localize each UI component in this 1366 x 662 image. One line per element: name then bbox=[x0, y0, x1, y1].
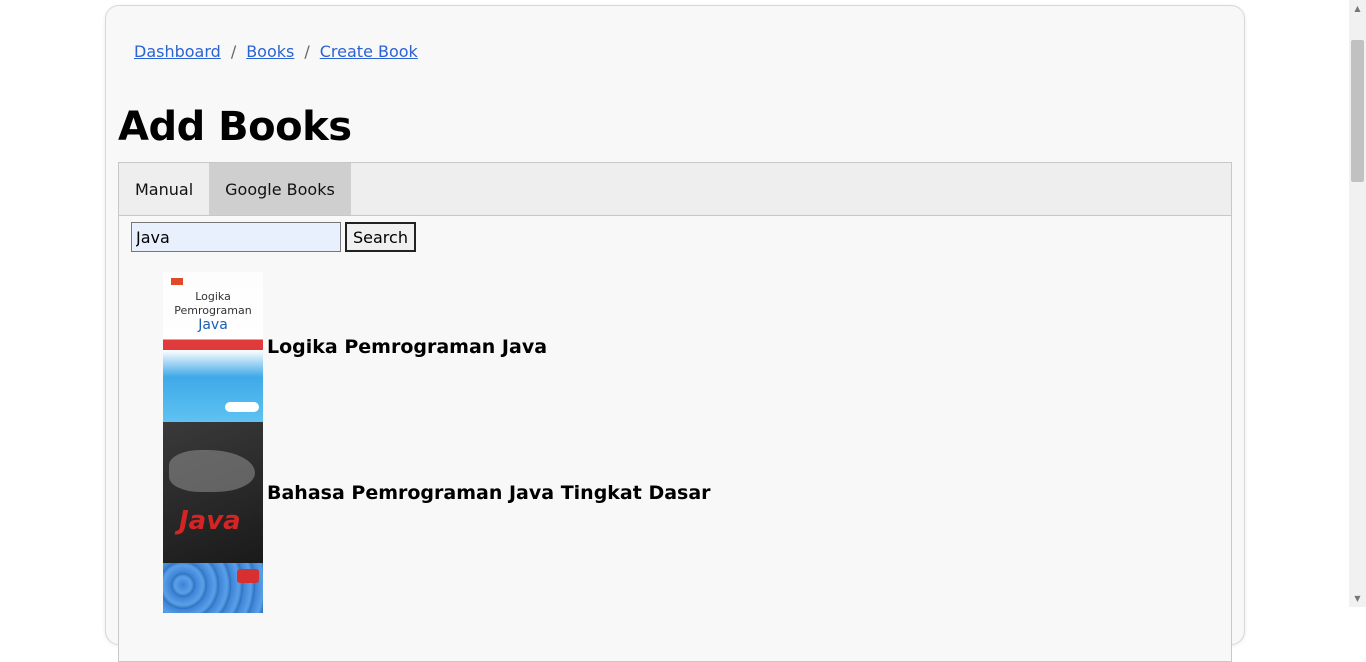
page-title: Add Books bbox=[118, 104, 352, 150]
breadcrumb-separator: / bbox=[230, 42, 237, 61]
list-item[interactable]: Java Bahasa Pemrograman Java Tingkat Das… bbox=[163, 422, 711, 563]
scrollbar[interactable]: ▲ ▼ bbox=[1349, 0, 1366, 607]
book-cover-image: Logika Pemrograman Java bbox=[163, 272, 263, 422]
tab-google-books[interactable]: Google Books bbox=[209, 163, 351, 215]
book-cover-image: Java bbox=[163, 422, 263, 563]
breadcrumb-separator: / bbox=[304, 42, 310, 61]
breadcrumb-dashboard[interactable]: Dashboard bbox=[134, 42, 221, 61]
tabs-panel: Manual Google Books Search Logika Pemrog… bbox=[118, 162, 1232, 662]
book-cover-image bbox=[163, 563, 263, 613]
tab-bar: Manual Google Books bbox=[119, 163, 1231, 216]
breadcrumb: Dashboard / Books / Create Book bbox=[134, 42, 418, 61]
breadcrumb-create-book[interactable]: Create Book bbox=[320, 42, 418, 61]
triangle-up-icon[interactable]: ▲ bbox=[1349, 0, 1366, 17]
tab-manual[interactable]: Manual bbox=[119, 163, 209, 215]
search-button[interactable]: Search bbox=[345, 222, 416, 252]
results-list: Logika Pemrograman Java Logika Pemrogram… bbox=[163, 272, 711, 613]
search-row: Search bbox=[131, 222, 416, 252]
breadcrumb-books[interactable]: Books bbox=[246, 42, 294, 61]
triangle-down-icon[interactable]: ▼ bbox=[1349, 590, 1366, 607]
main-card: Dashboard / Books / Create Book Add Book… bbox=[105, 5, 1245, 662]
list-item[interactable]: Logika Pemrograman Java Logika Pemrogram… bbox=[163, 272, 711, 422]
scroll-thumb[interactable] bbox=[1351, 40, 1364, 182]
book-title[interactable]: Bahasa Pemrograman Java Tingkat Dasar bbox=[267, 482, 711, 504]
search-input[interactable] bbox=[131, 222, 341, 252]
book-title[interactable]: Logika Pemrograman Java bbox=[267, 336, 547, 358]
list-item[interactable] bbox=[163, 563, 711, 613]
